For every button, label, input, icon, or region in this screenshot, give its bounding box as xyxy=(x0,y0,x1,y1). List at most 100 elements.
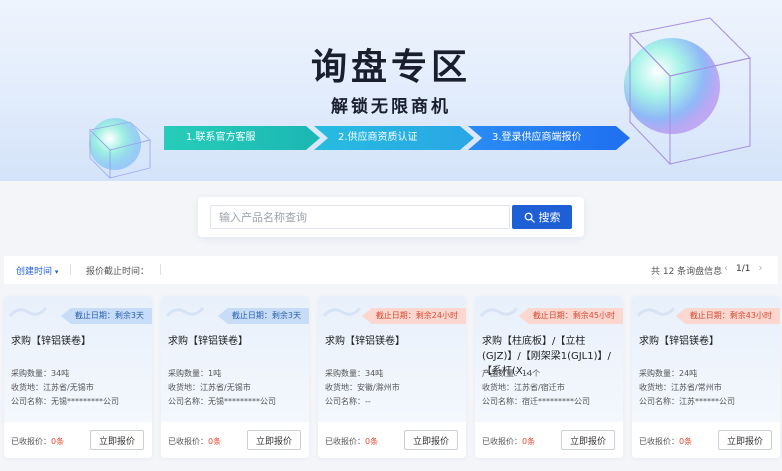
quote-count-value: 0条 xyxy=(51,437,65,446)
card-info-row: 采购数量：1吨 xyxy=(168,368,221,379)
info-value: 江苏省/宿迁市 xyxy=(514,383,565,392)
info-value: 江苏省/无锡市 xyxy=(43,383,94,392)
quote-now-button[interactable]: 立即报价 xyxy=(90,430,144,450)
info-label: 采购数量： xyxy=(168,369,208,378)
inquiry-card[interactable]: 截止日期：剩余24小时 求购【锌铝镁卷】 采购数量：34吨 收货地：安徽/滁州市… xyxy=(318,296,466,458)
pagination: ‹ 1/1 › xyxy=(724,263,762,274)
quote-count-value: 0条 xyxy=(365,437,379,446)
quote-count-label: 已收报价： xyxy=(639,437,679,446)
step-contact-service: 1.联系官方客服 xyxy=(164,126,320,150)
info-label: 公司名称： xyxy=(325,397,365,406)
card-info-row: 产品数量：14个 xyxy=(482,368,540,379)
deadline-badge: 截止日期：剩余43小时 xyxy=(675,308,780,324)
info-label: 公司名称： xyxy=(168,397,208,406)
info-label: 产品数量： xyxy=(482,369,522,378)
card-header-area: 截止日期：剩余3天 求购【锌铝镁卷】 采购数量：1吨 收货地：江苏省/无锡市 公… xyxy=(161,296,309,422)
card-footer: 已收报价：0条 立即报价 xyxy=(161,422,309,458)
inquiry-card[interactable]: 截止日期：剩余43小时 求购【锌铝镁卷】 采购数量：24吨 收货地：江苏省/常州… xyxy=(632,296,780,458)
info-value: 无锡*********公司 xyxy=(51,397,119,406)
deadline-badge: 截止日期：剩余3天 xyxy=(217,308,309,324)
card-info-row: 公司名称：-- xyxy=(325,396,371,407)
quote-now-button[interactable]: 立即报价 xyxy=(247,430,301,450)
card-info-row: 采购数量：34吨 xyxy=(11,368,69,379)
sort-down-icon: ▾ xyxy=(54,268,59,276)
quote-count-label: 已收报价： xyxy=(325,437,365,446)
info-value: 1吨 xyxy=(208,369,222,378)
prev-page-icon[interactable]: ‹ xyxy=(724,263,728,274)
card-info-row: 公司名称：无锡*********公司 xyxy=(168,396,276,407)
info-value: 江苏省/无锡市 xyxy=(200,383,251,392)
step-supplier-certification: 2.供应商资质认证 xyxy=(314,126,474,150)
sort-bar: 创建时间 ▾ 报价截止时间： 共 12 条询盘信息 ‹ 1/1 › xyxy=(4,256,778,284)
card-title[interactable]: 求购【锌铝镁卷】 xyxy=(639,334,775,349)
card-title[interactable]: 求购【锌铝镁卷】 xyxy=(11,334,147,349)
info-label: 采购数量： xyxy=(11,369,51,378)
page-title: 询盘专区 xyxy=(310,47,471,88)
divider xyxy=(160,264,161,275)
info-label: 公司名称： xyxy=(482,397,522,406)
search-button[interactable]: 搜索 xyxy=(512,205,572,229)
card-info-row: 采购数量：34吨 xyxy=(325,368,383,379)
quote-now-button[interactable]: 立即报价 xyxy=(404,430,458,450)
quote-count-label: 已收报价： xyxy=(482,437,522,446)
quote-now-button[interactable]: 立即报价 xyxy=(718,430,772,450)
search-bar: 搜索 xyxy=(198,197,584,237)
search-button-label: 搜索 xyxy=(538,211,561,224)
sort-by-deadline[interactable]: 报价截止时间： xyxy=(86,264,149,277)
card-header-area: 截止日期：剩余45小时 求购【柱底板】/【立柱(GJZ)】/【刚架梁1(GJL1… xyxy=(475,296,623,422)
card-info-row: 公司名称：江苏******公司 xyxy=(639,396,735,407)
quote-count: 已收报价：0条 xyxy=(168,436,221,447)
info-value: 24吨 xyxy=(679,369,698,378)
info-value: 14个 xyxy=(522,369,541,378)
search-icon xyxy=(524,212,535,223)
info-label: 收货地： xyxy=(168,383,200,392)
info-value: 无锡*********公司 xyxy=(208,397,276,406)
next-page-icon[interactable]: › xyxy=(758,263,762,274)
process-steps: 1.联系官方客服 2.供应商资质认证 3.登录供应商端报价 xyxy=(164,126,630,150)
info-value: 34吨 xyxy=(365,369,384,378)
card-info-row: 收货地：江苏省/无锡市 xyxy=(11,382,94,393)
card-footer: 已收报价：0条 立即报价 xyxy=(4,422,152,458)
sort-by-created-time[interactable]: 创建时间 ▾ xyxy=(16,264,58,277)
page-subtitle: 解锁无限商机 xyxy=(331,97,451,117)
card-header-area: 截止日期：剩余3天 求购【锌铝镁卷】 采购数量：34吨 收货地：江苏省/无锡市 … xyxy=(4,296,152,422)
result-count: 共 12 条询盘信息 xyxy=(651,267,723,277)
decorative-wave-icon xyxy=(8,307,48,317)
card-info-row: 收货地：江苏省/无锡市 xyxy=(168,382,251,393)
info-label: 收货地： xyxy=(11,383,43,392)
inquiry-card[interactable]: 截止日期：剩余3天 求购【锌铝镁卷】 采购数量：1吨 收货地：江苏省/无锡市 公… xyxy=(161,296,309,458)
inquiry-card[interactable]: 截止日期：剩余3天 求购【锌铝镁卷】 采购数量：34吨 收货地：江苏省/无锡市 … xyxy=(4,296,152,458)
card-header-area: 截止日期：剩余43小时 求购【锌铝镁卷】 采购数量：24吨 收货地：江苏省/常州… xyxy=(632,296,780,422)
info-label: 收货地： xyxy=(325,383,357,392)
info-value: 江苏******公司 xyxy=(679,397,735,406)
sort-created-label: 创建时间 xyxy=(16,267,53,277)
quote-count-label: 已收报价： xyxy=(168,437,208,446)
quote-count: 已收报价：0条 xyxy=(325,436,378,447)
card-footer: 已收报价：0条 立即报价 xyxy=(632,422,780,458)
decorative-wave-icon xyxy=(636,307,676,317)
info-value: 宿迁*********公司 xyxy=(522,397,590,406)
card-footer: 已收报价：0条 立即报价 xyxy=(318,422,466,458)
step-supplier-login: 3.登录供应商端报价 xyxy=(468,126,630,150)
card-info-row: 收货地：江苏省/常州市 xyxy=(639,382,722,393)
card-title[interactable]: 求购【锌铝镁卷】 xyxy=(168,334,304,349)
info-label: 收货地： xyxy=(482,383,514,392)
quote-count-value: 0条 xyxy=(679,437,693,446)
quote-count: 已收报价：0条 xyxy=(482,436,535,447)
info-label: 采购数量： xyxy=(639,369,679,378)
info-value: 安徽/滁州市 xyxy=(357,383,400,392)
deadline-badge: 截止日期：剩余45小时 xyxy=(518,308,623,324)
card-footer: 已收报价：0条 立即报价 xyxy=(475,422,623,458)
card-info-row: 公司名称：宿迁*********公司 xyxy=(482,396,590,407)
quote-count: 已收报价：0条 xyxy=(639,436,692,447)
deadline-badge: 截止日期：剩余3天 xyxy=(60,308,152,324)
quote-count-value: 0条 xyxy=(208,437,222,446)
search-input[interactable] xyxy=(210,205,510,229)
card-header-area: 截止日期：剩余24小时 求购【锌铝镁卷】 采购数量：34吨 收货地：安徽/滁州市… xyxy=(318,296,466,422)
inquiry-card[interactable]: 截止日期：剩余45小时 求购【柱底板】/【立柱(GJZ)】/【刚架梁1(GJL1… xyxy=(475,296,623,458)
quote-now-button[interactable]: 立即报价 xyxy=(561,430,615,450)
quote-count-label: 已收报价： xyxy=(11,437,51,446)
page-indicator: 1/1 xyxy=(736,263,751,274)
card-title[interactable]: 求购【锌铝镁卷】 xyxy=(325,334,461,349)
quote-count: 已收报价：0条 xyxy=(11,436,64,447)
